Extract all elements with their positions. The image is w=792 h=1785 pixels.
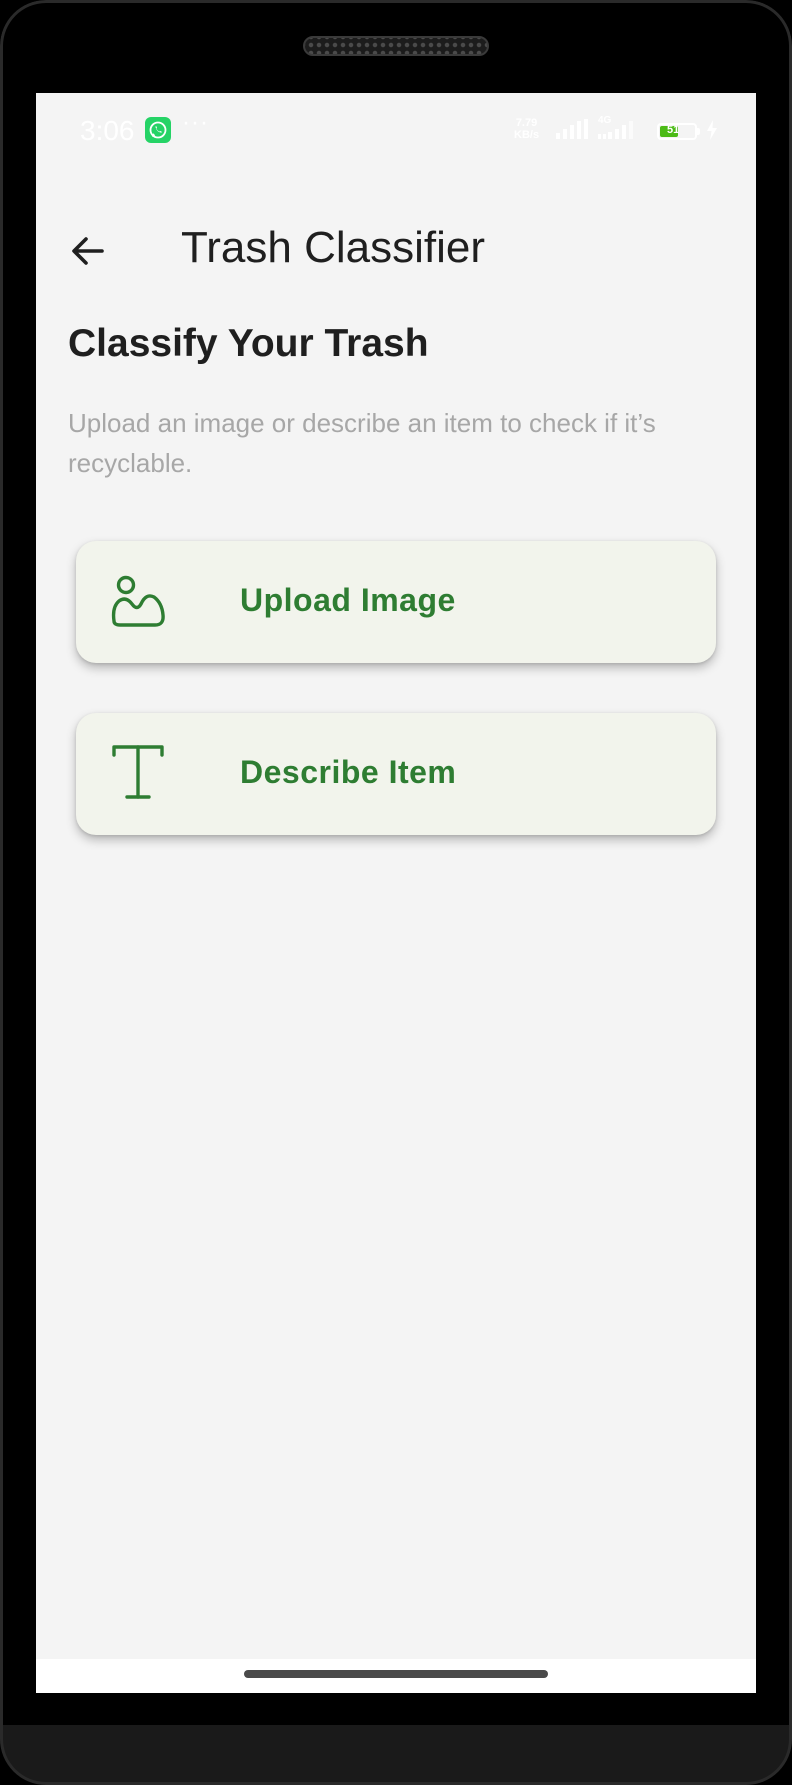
back-button[interactable]	[62, 225, 114, 277]
phone-frame: 3:06 ··· 7.79 KB/s 4G 51 Trash Classifie…	[0, 0, 792, 1785]
signal-strength-icon	[556, 119, 588, 139]
text-icon	[112, 745, 164, 799]
app-bar: Trash Classifier	[36, 211, 756, 291]
status-bar: 3:06 ··· 7.79 KB/s 4G 51	[36, 93, 756, 153]
network-speed-value: 7.79	[515, 117, 538, 129]
app-screen: 3:06 ··· 7.79 KB/s 4G 51 Trash Classifie…	[36, 93, 756, 1693]
signal-strength-secondary-icon	[598, 121, 633, 139]
arrow-left-icon	[72, 237, 104, 265]
section-subtitle: Upload an image or describe an item to c…	[68, 408, 656, 478]
describe-item-button[interactable]: Describe Item	[76, 713, 716, 835]
page-title: Trash Classifier	[181, 223, 485, 272]
section-heading: Classify Your Trash	[68, 322, 429, 365]
charging-icon	[707, 120, 717, 140]
upload-image-button[interactable]: Upload Image	[76, 541, 716, 663]
phone-bottom-bezel	[0, 1725, 792, 1785]
gesture-nav-bar	[36, 1659, 756, 1693]
describe-item-label: Describe Item	[240, 754, 457, 790]
network-speed-unit: KB/s	[514, 129, 540, 141]
image-icon	[111, 575, 165, 627]
status-time: 3:06	[80, 115, 135, 146]
battery-icon: 51	[657, 123, 697, 140]
earpiece-speaker	[303, 36, 489, 56]
upload-image-label: Upload Image	[240, 582, 456, 618]
network-speed: 7.79 KB/s	[514, 117, 539, 141]
home-indicator[interactable]	[244, 1670, 548, 1678]
more-notifications-icon: ···	[182, 109, 209, 136]
battery-level: 51	[667, 124, 680, 136]
battery-tip	[697, 128, 700, 135]
whatsapp-icon	[145, 117, 171, 143]
